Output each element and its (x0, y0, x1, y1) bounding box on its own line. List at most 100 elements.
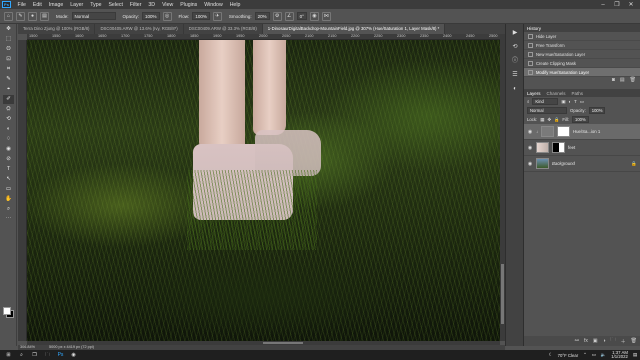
close-button[interactable]: ✕ (624, 1, 638, 8)
menu-file[interactable]: File (14, 2, 29, 8)
play-action-icon[interactable]: ▶ (509, 28, 521, 38)
lasso-tool-icon[interactable]: ʘ (3, 45, 14, 54)
angle-icon[interactable]: ∠ (284, 11, 294, 21)
new-group-icon[interactable]: 🗀 (611, 337, 616, 345)
delete-layer-icon[interactable]: 🗑 (631, 338, 637, 344)
filter-type-icon[interactable]: T (574, 99, 577, 104)
visibility-eye-icon[interactable]: ◉ (527, 161, 533, 167)
new-document-icon[interactable]: ▤ (620, 77, 625, 85)
menu-image[interactable]: Image (45, 2, 66, 8)
clock[interactable]: 1:37 AM 1/1/2022 (611, 350, 628, 360)
menu-type[interactable]: Type (87, 2, 105, 8)
layer-name[interactable]: Hue/Sa...ion 1 (573, 129, 600, 134)
layer-name[interactable]: Background (552, 161, 575, 166)
history-panel-icon[interactable]: ⟲ (509, 42, 521, 52)
photoshop-taskbar-icon[interactable]: Ps (56, 351, 65, 359)
maximize-button[interactable]: ❐ (610, 1, 624, 8)
marquee-tool-icon[interactable]: ⬚ (3, 35, 14, 44)
link-layers-icon[interactable]: ⚯ (575, 338, 579, 344)
layer-opacity-field[interactable]: 100% (588, 107, 606, 114)
history-item[interactable]: Create Clipping Mask (524, 59, 640, 68)
mode-select[interactable]: Normal (71, 12, 116, 20)
menu-edit[interactable]: Edit (29, 2, 45, 8)
history-item-selected[interactable]: Modify Hue/Saturation Layer (524, 68, 640, 77)
file-explorer-icon[interactable]: 🗀 (43, 351, 52, 359)
more-tools-icon[interactable]: ⋯ (3, 215, 14, 224)
path-selection-tool-icon[interactable]: ↖ (3, 175, 14, 184)
task-view-icon[interactable]: ❐ (30, 351, 39, 359)
scrollbar-thumb[interactable] (501, 264, 504, 324)
new-layer-icon[interactable]: ＋ (621, 338, 626, 345)
gradient-tool-icon[interactable]: ♢ (3, 135, 14, 144)
menu-plugins[interactable]: Plugins (177, 2, 201, 8)
lock-all-icon[interactable]: 🔒 (554, 117, 559, 123)
visibility-eye-icon[interactable]: ◉ (527, 145, 533, 151)
scrollbar-thumb[interactable] (263, 342, 303, 344)
menu-filter[interactable]: Filter (126, 2, 145, 8)
blend-mode-select[interactable]: Normal (527, 107, 567, 114)
brush-settings-icon[interactable]: ▤ (40, 11, 49, 21)
fx-icon[interactable]: fx (584, 338, 588, 344)
weather-text[interactable]: 70°F Clear (558, 353, 579, 358)
vertical-ruler[interactable] (18, 40, 27, 341)
crop-tool-icon[interactable]: ⌗ (3, 65, 14, 74)
opacity-field[interactable]: 100% (142, 12, 160, 20)
filter-pixel-icon[interactable]: ▣ (561, 99, 565, 105)
minimize-button[interactable]: – (596, 2, 610, 8)
brush-tool-icon[interactable]: ✎ (16, 11, 25, 21)
document-tab[interactable]: DSC00409.ARW @ 33.3% (RGB/8) (184, 24, 263, 34)
filter-kind-select[interactable]: Kind (532, 98, 559, 105)
pressure-size-icon[interactable]: ◉ (309, 11, 319, 21)
menu-3d[interactable]: 3D (145, 2, 159, 8)
smoothing-field[interactable]: 20% (254, 12, 270, 20)
menu-view[interactable]: View (159, 2, 177, 8)
document-tab[interactable]: Terra Dino Zjung @ 100% (RGB/8) (18, 24, 96, 34)
fill-field[interactable]: 100% (572, 116, 589, 123)
network-icon[interactable]: ▭ (592, 352, 596, 358)
angle-field[interactable]: 0° (296, 12, 307, 20)
document-canvas[interactable] (27, 40, 500, 341)
document-tab[interactable]: DSC00405.ARW @ 13.6% (Ivy, RGB/8*) (95, 24, 184, 34)
photoshop-logo[interactable]: Ps (2, 1, 11, 8)
lock-pixels-icon[interactable]: ▦ (540, 117, 544, 123)
blur-tool-icon[interactable]: ◉ (3, 145, 14, 154)
document-tab-active[interactable]: 1-DinosaurDigitalBackdrop-MountainField.… (262, 24, 446, 34)
add-mask-icon[interactable]: ▣ (593, 338, 598, 344)
history-brush-tool-icon[interactable]: ⟲ (3, 115, 14, 124)
volume-icon[interactable]: 🔈 (601, 352, 606, 358)
layer-mask-thumbnail[interactable] (552, 142, 565, 153)
menu-select[interactable]: Select (105, 2, 126, 8)
rectangle-tool-icon[interactable]: ▭ (3, 185, 14, 194)
eyedropper-tool-icon[interactable]: ✎ (3, 75, 14, 84)
brush-tool-icon[interactable]: ✐ (3, 95, 14, 104)
dodge-tool-icon[interactable]: ⊘ (3, 155, 14, 164)
layer-row[interactable]: ◉ feet (524, 140, 640, 156)
camera-icon[interactable]: ◙ (612, 77, 615, 85)
history-item[interactable]: Hide Layer (524, 32, 640, 41)
layer-row[interactable]: ◉ Background 🔒 (524, 156, 640, 172)
weather-icon[interactable]: ☾ (549, 352, 553, 358)
menu-help[interactable]: Help (226, 2, 244, 8)
app-taskbar-icon[interactable]: ◉ (69, 351, 78, 359)
filter-shape-icon[interactable]: ▭ (580, 99, 584, 105)
airbrush-icon[interactable]: ✈ (212, 11, 222, 21)
history-item[interactable]: New Hue/Saturation Layer (524, 50, 640, 59)
adjustments-panel-icon[interactable]: ◐ (509, 84, 521, 94)
eraser-tool-icon[interactable]: ◐ (3, 125, 14, 134)
smoothing-options-icon[interactable]: ⚙ (272, 11, 282, 21)
tab-channels[interactable]: Channels (547, 91, 566, 96)
layer-row[interactable]: ◉ ↓ Hue/Sa...ion 1 (524, 124, 640, 140)
filter-adjustment-icon[interactable]: ◐ (568, 99, 571, 104)
object-select-tool-icon[interactable]: ⊡ (3, 55, 14, 64)
healing-tool-icon[interactable]: ⌖ (3, 85, 14, 94)
symmetry-icon[interactable]: ⋈ (321, 11, 331, 21)
notifications-icon[interactable]: ▤ (633, 352, 637, 358)
tab-history[interactable]: History (527, 26, 541, 31)
brush-preset-icon[interactable]: ● (28, 11, 37, 21)
pressure-opacity-icon[interactable]: ◎ (162, 11, 172, 21)
properties-panel-icon[interactable]: ☰ (509, 70, 521, 80)
foreground-color-swatch[interactable] (3, 307, 11, 315)
adjustment-layer-icon[interactable]: ◑ (603, 338, 606, 344)
tab-paths[interactable]: Paths (572, 91, 584, 96)
clone-stamp-tool-icon[interactable]: ⛭ (3, 105, 14, 114)
